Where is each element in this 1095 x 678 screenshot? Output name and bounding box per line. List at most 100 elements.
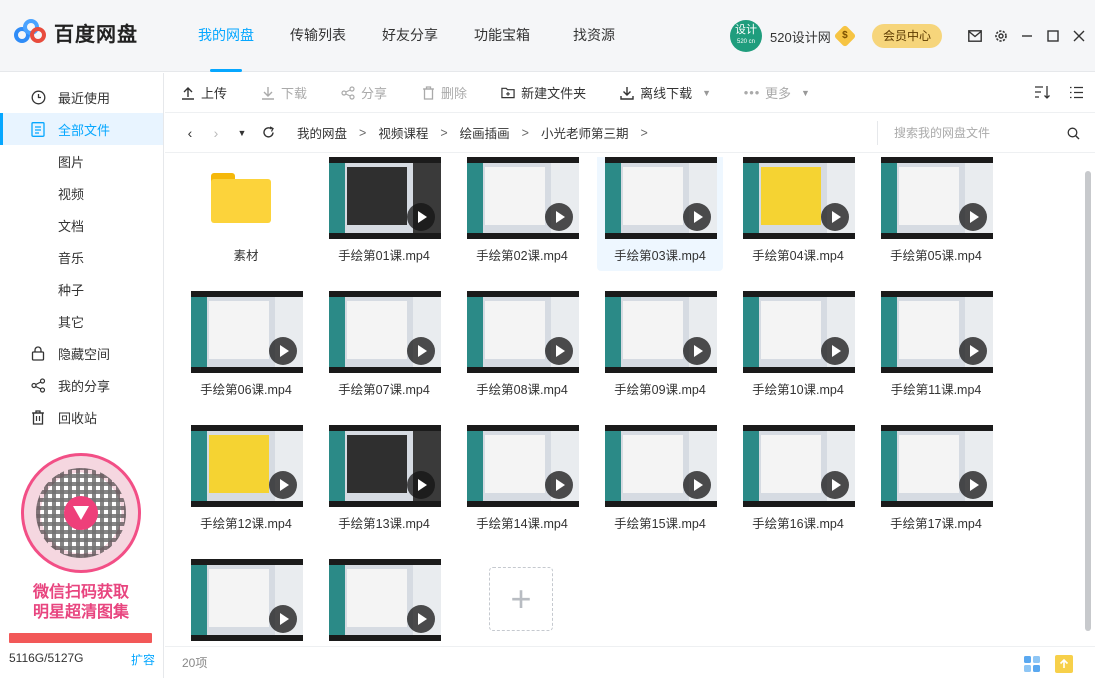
file-name: 素材 bbox=[233, 249, 259, 263]
video-file-item[interactable]: 手绘第06课.mp4 bbox=[183, 281, 309, 405]
video-file-item[interactable]: 手绘第16课.mp4 bbox=[735, 415, 861, 539]
sidebar-item-torrents[interactable]: 种子 bbox=[0, 273, 163, 305]
offline-download-button[interactable]: 离线下载 ▼ bbox=[620, 83, 711, 102]
play-icon[interactable] bbox=[821, 337, 849, 365]
search-input[interactable] bbox=[894, 126, 1059, 140]
user-name[interactable]: 520设计网 bbox=[770, 27, 831, 46]
video-file-item[interactable]: 手绘第09课.mp4 bbox=[597, 281, 723, 405]
video-thumbnail bbox=[605, 157, 717, 239]
vertical-scrollbar[interactable] bbox=[1085, 171, 1091, 631]
video-file-item[interactable]: 手绘第14课.mp4 bbox=[459, 415, 585, 539]
play-icon[interactable] bbox=[545, 337, 573, 365]
video-file-item[interactable]: 手绘第03课.mp4 bbox=[597, 157, 723, 271]
gear-icon[interactable] bbox=[988, 24, 1014, 48]
avatar[interactable]: 设计 520 cn bbox=[730, 20, 762, 52]
video-file-item[interactable]: 手绘第04课.mp4 bbox=[735, 157, 861, 271]
share-icon bbox=[341, 85, 355, 100]
sidebar-item-recycle-bin[interactable]: 回收站 bbox=[0, 401, 163, 433]
delete-button[interactable]: 删除 bbox=[421, 83, 467, 102]
minimize-icon[interactable] bbox=[1014, 24, 1040, 48]
sidebar-item-videos[interactable]: 视频 bbox=[0, 177, 163, 209]
tab-my-disk[interactable]: 我的网盘 bbox=[180, 0, 272, 72]
tab-toolbox[interactable]: 功能宝箱 bbox=[456, 0, 548, 72]
share-button[interactable]: 分享 bbox=[341, 83, 387, 102]
vip-center-button[interactable]: 会员中心 bbox=[872, 24, 942, 48]
play-icon[interactable] bbox=[407, 471, 435, 499]
search-icon[interactable] bbox=[1067, 127, 1080, 140]
back-icon[interactable]: ‹ bbox=[179, 125, 201, 141]
add-file-button[interactable]: + bbox=[489, 567, 553, 631]
play-icon[interactable] bbox=[959, 203, 987, 231]
play-icon[interactable] bbox=[407, 605, 435, 633]
list-view-icon[interactable] bbox=[1065, 85, 1087, 99]
play-icon[interactable] bbox=[269, 605, 297, 633]
expand-storage-link[interactable]: 扩容 bbox=[131, 651, 155, 668]
video-file-item[interactable] bbox=[183, 549, 309, 643]
play-icon[interactable] bbox=[959, 337, 987, 365]
video-file-item[interactable]: 手绘第10课.mp4 bbox=[735, 281, 861, 405]
upload-tray-icon[interactable] bbox=[1055, 655, 1073, 673]
sidebar-item-my-share[interactable]: 我的分享 bbox=[0, 369, 163, 401]
video-file-item[interactable] bbox=[321, 549, 447, 643]
app-logo: 百度网盘 bbox=[14, 18, 138, 47]
mail-icon[interactable] bbox=[962, 24, 988, 48]
sidebar-item-images[interactable]: 图片 bbox=[0, 145, 163, 177]
video-file-item[interactable]: 手绘第02课.mp4 bbox=[459, 157, 585, 271]
video-thumbnail bbox=[467, 425, 579, 507]
tab-find-resources[interactable]: 找资源 bbox=[548, 0, 640, 72]
more-button[interactable]: ••• 更多 ▼ bbox=[744, 83, 810, 102]
breadcrumb-separator: > bbox=[359, 125, 367, 140]
close-icon[interactable] bbox=[1066, 24, 1092, 48]
video-file-item[interactable]: 手绘第13课.mp4 bbox=[321, 415, 447, 539]
maximize-icon[interactable] bbox=[1040, 24, 1066, 48]
history-dropdown-icon[interactable]: ▼ bbox=[231, 128, 253, 138]
breadcrumb-item[interactable]: 小光老师第三期 bbox=[541, 123, 629, 142]
video-file-item[interactable]: 手绘第01课.mp4 bbox=[321, 157, 447, 271]
lock-icon bbox=[30, 345, 46, 361]
breadcrumb: 我的网盘 > 视频课程 > 绘画插画 > 小光老师第三期 > bbox=[297, 123, 660, 142]
video-file-item[interactable]: 手绘第05课.mp4 bbox=[873, 157, 999, 271]
breadcrumb-item[interactable]: 绘画插画 bbox=[460, 123, 510, 142]
sidebar-item-documents[interactable]: 文档 bbox=[0, 209, 163, 241]
sidebar-item-all-files[interactable]: 全部文件 bbox=[0, 113, 163, 145]
upload-button[interactable]: 上传 bbox=[181, 83, 227, 102]
play-icon[interactable] bbox=[821, 203, 849, 231]
play-icon[interactable] bbox=[407, 203, 435, 231]
sidebar-item-hidden-space[interactable]: 隐藏空间 bbox=[0, 337, 163, 369]
sidebar: 最近使用 全部文件 图片 视频 文档 音乐 种子 其它 隐藏空间 我的分享 回收… bbox=[0, 73, 164, 678]
video-file-item[interactable]: 手绘第07课.mp4 bbox=[321, 281, 447, 405]
breadcrumb-item[interactable]: 视频课程 bbox=[378, 123, 428, 142]
video-file-item[interactable]: 手绘第12课.mp4 bbox=[183, 415, 309, 539]
tab-friend-share[interactable]: 好友分享 bbox=[364, 0, 456, 72]
item-count: 20项 bbox=[182, 656, 208, 670]
sidebar-item-music[interactable]: 音乐 bbox=[0, 241, 163, 273]
play-icon[interactable] bbox=[821, 471, 849, 499]
tab-transfer-list[interactable]: 传输列表 bbox=[272, 0, 364, 72]
play-icon[interactable] bbox=[683, 471, 711, 499]
apps-grid-icon[interactable] bbox=[1023, 655, 1041, 673]
new-folder-button[interactable]: 新建文件夹 bbox=[501, 83, 586, 102]
sidebar-item-recent[interactable]: 最近使用 bbox=[0, 81, 163, 113]
video-file-item[interactable]: 手绘第11课.mp4 bbox=[873, 281, 999, 405]
forward-icon[interactable]: › bbox=[205, 125, 227, 141]
play-icon[interactable] bbox=[407, 337, 435, 365]
video-file-item[interactable]: 手绘第08课.mp4 bbox=[459, 281, 585, 405]
play-icon[interactable] bbox=[959, 471, 987, 499]
play-icon[interactable] bbox=[269, 471, 297, 499]
promo-qr-block[interactable]: 微信扫码获取 明星超清图集 bbox=[18, 453, 144, 623]
sidebar-item-others[interactable]: 其它 bbox=[0, 305, 163, 337]
refresh-icon[interactable] bbox=[257, 126, 279, 139]
video-file-item[interactable]: 手绘第15课.mp4 bbox=[597, 415, 723, 539]
folder-item[interactable]: 素材 bbox=[183, 157, 309, 271]
file-name: 手绘第14课.mp4 bbox=[476, 517, 568, 531]
play-icon[interactable] bbox=[269, 337, 297, 365]
breadcrumb-item[interactable]: 我的网盘 bbox=[297, 123, 347, 142]
play-icon[interactable] bbox=[683, 203, 711, 231]
play-icon[interactable] bbox=[683, 337, 711, 365]
sort-icon[interactable] bbox=[1031, 85, 1053, 99]
download-button[interactable]: 下载 bbox=[261, 83, 307, 102]
video-file-item[interactable]: 手绘第17课.mp4 bbox=[873, 415, 999, 539]
play-icon[interactable] bbox=[545, 471, 573, 499]
play-icon[interactable] bbox=[545, 203, 573, 231]
file-name: 手绘第11课.mp4 bbox=[890, 383, 982, 397]
